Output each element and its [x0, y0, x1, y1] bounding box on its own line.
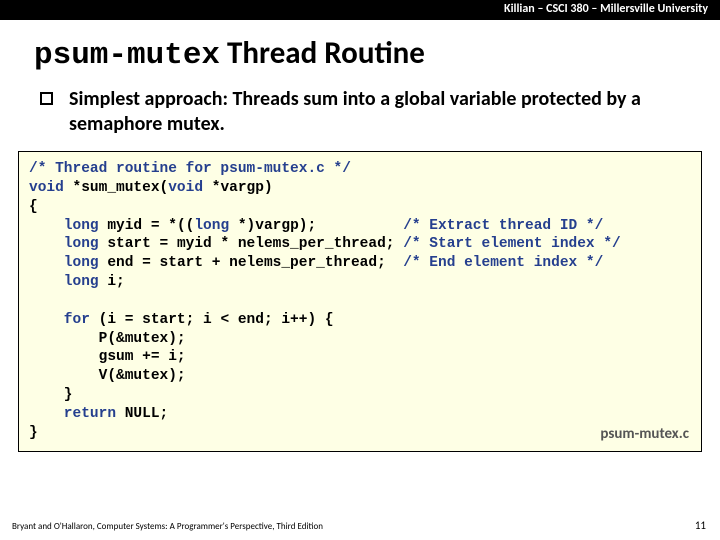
- code-kw: for: [29, 312, 90, 328]
- code-box: /* Thread routine for psum-mutex.c */ vo…: [18, 151, 702, 452]
- code-text: (i = start; i < end; i++) {: [90, 312, 334, 328]
- code-comment: /* Extract thread ID */: [403, 218, 603, 234]
- code-text: NULL;: [116, 406, 168, 422]
- code-text: V(&mutex);: [29, 368, 186, 384]
- code-kw: return: [29, 406, 116, 422]
- slide: Killian – CSCI 380 – Millersville Univer…: [0, 0, 720, 540]
- title-mono: psum-mutex: [34, 38, 220, 73]
- page-number: 11: [695, 519, 706, 532]
- header-text: Killian – CSCI 380 – Millersville Univer…: [504, 2, 708, 16]
- code-kw: void: [29, 180, 64, 196]
- code-text: gsum += i;: [29, 349, 186, 365]
- code-kw: long: [29, 255, 99, 271]
- slide-title: psum-mutex Thread Routine: [0, 20, 720, 87]
- code-kw: void: [168, 180, 203, 196]
- code-comment: /* End element index */: [403, 255, 603, 271]
- code-kw: long: [29, 218, 99, 234]
- code-text: }: [29, 425, 38, 441]
- bullet-marker-icon: [40, 92, 53, 105]
- code-text: }: [29, 387, 73, 403]
- code-text: *vargp): [203, 180, 273, 196]
- code-text: end = start + nelems_per_thread;: [99, 255, 404, 271]
- code-text: P(&mutex);: [29, 331, 186, 347]
- bullet-row: Simplest approach: Threads sum into a gl…: [0, 87, 720, 151]
- bullet-text: Simplest approach: Threads sum into a gl…: [69, 87, 680, 137]
- code-filename: psum-mutex.c: [600, 425, 689, 445]
- code-kw: long: [29, 236, 99, 252]
- code-text: i;: [99, 274, 125, 290]
- title-rest: Thread Routine: [220, 34, 425, 72]
- code-kw: long: [29, 274, 99, 290]
- code-text: {: [29, 199, 38, 215]
- code-kw: long: [194, 218, 229, 234]
- footer-left: Bryant and O'Hallaron, Computer Systems:…: [12, 521, 323, 532]
- code-text: myid = *((: [99, 218, 195, 234]
- code-line: /* Thread routine for psum-mutex.c */: [29, 161, 351, 177]
- code-text: *sum_mutex(: [64, 180, 168, 196]
- code-text: start = myid * nelems_per_thread;: [99, 236, 404, 252]
- code-comment: /* Start element index */: [403, 236, 621, 252]
- header-bar: Killian – CSCI 380 – Millersville Univer…: [0, 0, 720, 20]
- code-text: *)vargp);: [229, 218, 403, 234]
